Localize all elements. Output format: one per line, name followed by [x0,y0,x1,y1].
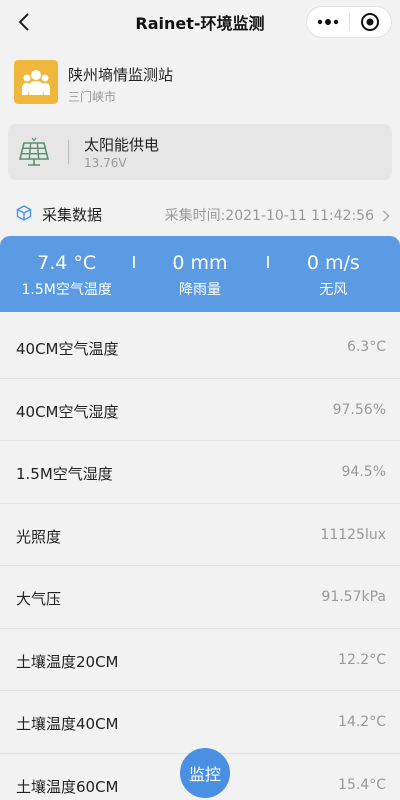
reading-value: 97.56% [332,401,386,418]
list-item: 大气压 91.57kPa [0,566,400,629]
summary-label: 降雨量 [178,282,221,298]
power-supply-card: 太阳能供电 13.76V [8,124,392,180]
reading-label: 40CM空气湿度 [16,402,119,421]
reading-label: 土壤温度20CM [16,652,119,671]
station-header: 陕州墒情监测站 三门峡市 [0,44,400,116]
summary-value: 7.4 °C [37,252,97,274]
summary-label: 无风 [319,282,348,298]
reading-label: 大气压 [16,590,62,608]
list-item: 光照度 11125lux [0,504,400,566]
power-voltage: 13.76V [84,156,127,170]
summary-item: 7.4 °C 1.5M空气温度 [0,236,133,312]
target-circle-icon[interactable] [350,7,392,37]
reading-label: 1.5M空气湿度 [16,465,113,483]
summary-item: 0 mm 降雨量 [133,236,266,312]
reading-value: 15.4°C [338,776,386,793]
miniprogram-capsule [306,6,392,38]
reading-value: 6.3°C [346,339,386,355]
station-name: 陕州墒情监测站 [68,66,174,84]
list-item: 40CM空气温度 6.3°C [0,316,400,379]
reading-value: 91.57kPa [321,589,386,605]
more-dots-icon[interactable] [307,7,349,37]
chevron-right-icon [382,207,390,226]
collection-time: 采集时间:2021-10-11 11:42:56 [164,208,374,224]
summary-label: 1.5M空气温度 [21,282,112,298]
power-label: 太阳能供电 [84,136,160,154]
readings-list: 40CM空气温度 6.3°C 40CM空气湿度 97.56% 1.5M空气湿度 … [0,316,400,800]
reading-value: 11125lux [320,526,386,543]
summary-value: 0 mm [172,252,228,274]
list-item: 土壤温度40CM 14.2°C [0,691,400,754]
group-people-icon [14,60,58,104]
page-title: Rainet-环境监测 [135,14,265,33]
station-city: 三门峡市 [68,90,117,104]
reading-label: 土壤温度40CM [16,715,119,733]
list-item: 土壤温度20CM 12.2°C [0,629,400,691]
summary-value: 0 m/s [306,252,360,274]
reading-label: 土壤温度60CM [16,777,119,796]
reading-value: 12.2°C [338,651,386,668]
power-divider [68,140,69,164]
nav-bar: Rainet-环境监测 [0,0,400,44]
list-item: 40CM空气湿度 97.56% [0,379,400,441]
list-item: 1.5M空气湿度 94.5% [0,441,400,504]
back-icon[interactable] [10,8,38,36]
cube-icon [16,205,32,225]
reading-value: 94.5% [341,464,386,480]
solar-panel-icon [18,137,50,171]
reading-label: 光照度 [16,527,62,546]
collection-label: 采集数据 [42,206,103,224]
summary-banner: 7.4 °C 1.5M空气温度 0 mm 降雨量 0 m/s 无风 [0,236,400,312]
monitor-button[interactable]: 监控 [180,748,230,798]
summary-item: 0 m/s 无风 [266,236,400,312]
collection-header[interactable]: 采集数据 采集时间:2021-10-11 11:42:56 [0,196,400,230]
reading-label: 40CM空气温度 [16,340,119,358]
reading-value: 14.2°C [338,714,386,730]
